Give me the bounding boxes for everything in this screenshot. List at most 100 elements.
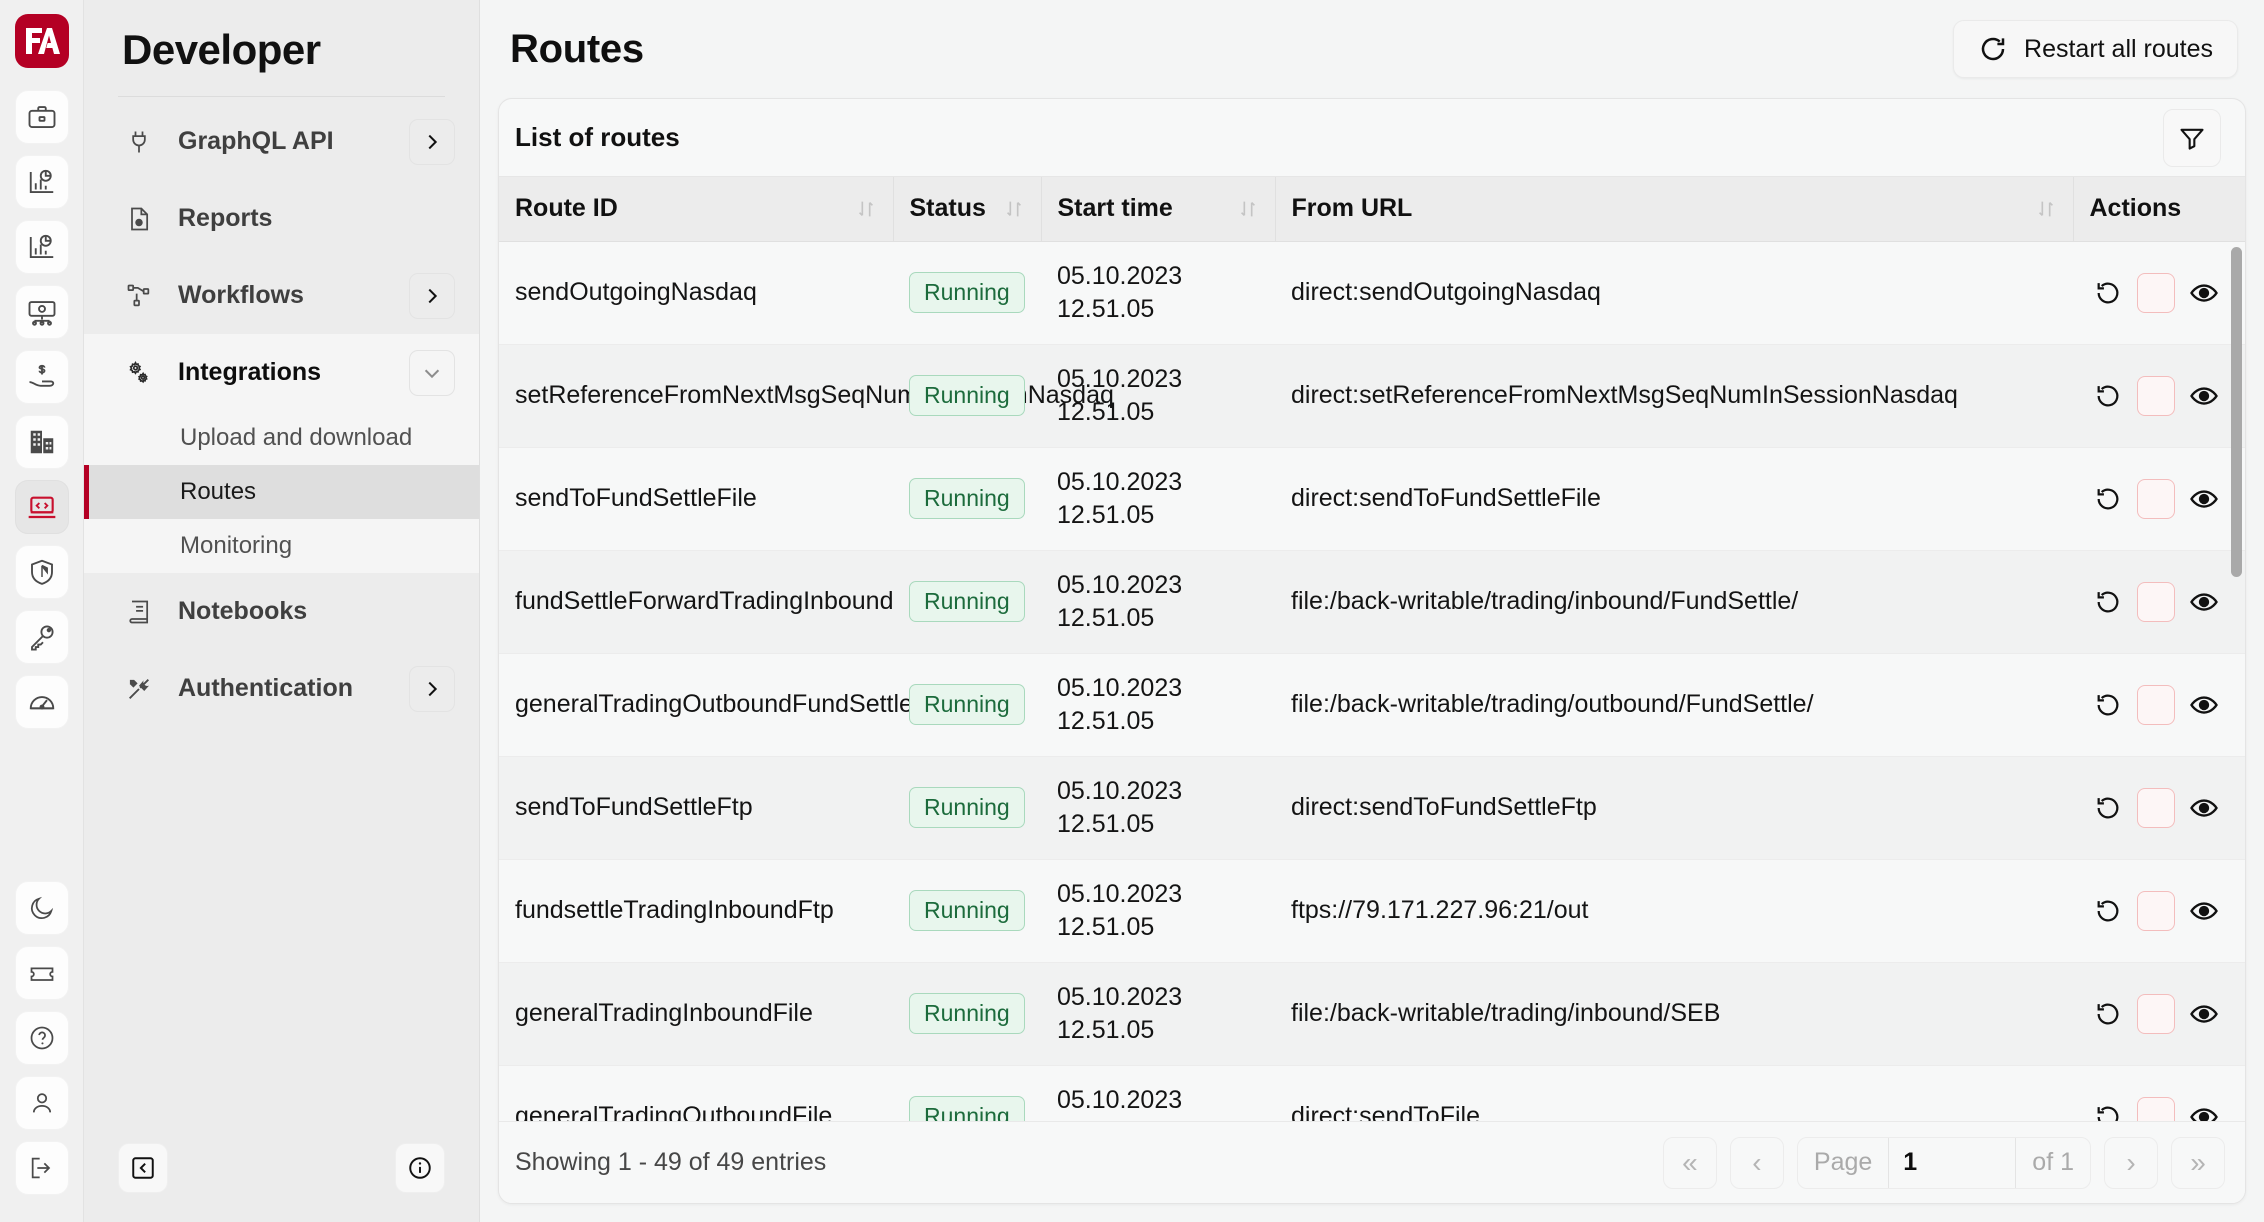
stop-route-button[interactable]	[2137, 478, 2175, 519]
icon-rail	[0, 0, 84, 1222]
table-row[interactable]: fundSettleForwardTradingInbound Running 05…	[499, 550, 2245, 654]
restart-route-button[interactable]	[2089, 685, 2127, 725]
status-badge: Running	[909, 375, 1025, 416]
from-url-value: direct:setReferenceFromNextMsgSeqNumInSe…	[1291, 381, 1958, 409]
sort-icon[interactable]	[2035, 198, 2057, 220]
view-route-button[interactable]	[2185, 891, 2223, 931]
filter-button[interactable]	[2163, 108, 2221, 167]
sidebar-item-workflows[interactable]: Workflows	[84, 257, 479, 334]
sidebar-item-routes[interactable]: Routes	[84, 465, 479, 519]
table-body: sendOutgoingNasdaq Running 05.10.2023 12.5…	[499, 241, 2245, 1121]
chevron-right-icon[interactable]	[409, 118, 455, 165]
table-row[interactable]: generalTradingOutboundFundSettleFile Runn…	[499, 653, 2245, 757]
fa-logo[interactable]	[14, 14, 69, 68]
rail-item-reports-chart[interactable]	[14, 220, 69, 274]
last-page-button[interactable]: »	[2171, 1136, 2225, 1189]
restart-route-button[interactable]	[2089, 376, 2127, 416]
sidebar-item-label: Integrations	[178, 358, 322, 386]
sort-icon[interactable]	[1237, 198, 1259, 220]
table-row[interactable]: fundsettleTradingInboundFtp Running 05.10.…	[499, 859, 2245, 963]
rail-item-user[interactable]	[14, 1076, 69, 1130]
stop-route-button[interactable]	[2137, 272, 2175, 313]
route-id-value: sendOutgoingNasdaq	[515, 278, 757, 306]
sidebar-item-integrations[interactable]: Integrations	[84, 334, 479, 411]
info-button[interactable]	[395, 1143, 445, 1193]
next-page-button[interactable]: ›	[2104, 1136, 2158, 1189]
column-label: Start time	[1057, 194, 1173, 223]
rail-item-analytics[interactable]	[14, 155, 69, 209]
rail-item-shield[interactable]	[14, 545, 69, 599]
rail-item-developer[interactable]	[14, 480, 69, 534]
sidebar-item-upload-and-download[interactable]: Upload and download	[84, 411, 479, 465]
stop-route-button[interactable]	[2137, 890, 2175, 931]
sidebar-item-reports[interactable]: Reports	[84, 180, 479, 257]
restart-route-button[interactable]	[2089, 273, 2127, 313]
chevron-right-icon[interactable]	[409, 665, 455, 712]
prev-page-button[interactable]: ‹	[1729, 1136, 1784, 1189]
chevron-down-icon[interactable]	[409, 349, 455, 396]
sidebar-item-monitoring[interactable]: Monitoring	[84, 519, 479, 573]
restart-route-button[interactable]	[2089, 479, 2127, 519]
rail-item-briefcase[interactable]	[14, 90, 69, 144]
first-page-button[interactable]: «	[1662, 1136, 1717, 1189]
sidebar-item-notebooks[interactable]: Notebooks	[84, 573, 479, 650]
cell-start-time: 05.10.2023 12.51.05	[1041, 653, 1275, 757]
view-route-button[interactable]	[2185, 479, 2223, 519]
view-route-button[interactable]	[2185, 994, 2223, 1034]
table-row[interactable]: sendToFundSettleFtp Running 05.10.2023 12.…	[499, 756, 2245, 860]
table-row[interactable]: generalTradingOutboundFile Running 05.10.2…	[499, 1065, 2245, 1121]
table-row[interactable]: sendToFundSettleFile Running 05.10.2023 12…	[499, 447, 2245, 551]
cell-start-time: 05.10.2023 12.51.05	[1041, 550, 1275, 654]
view-route-button[interactable]	[2185, 788, 2223, 828]
sidebar-item-authentication[interactable]: Authentication	[84, 650, 479, 727]
table-row[interactable]: sendOutgoingNasdaq Running 05.10.2023 12.5…	[499, 241, 2245, 345]
stop-route-button[interactable]	[2137, 787, 2175, 828]
refresh-icon	[1978, 34, 2008, 64]
view-route-button[interactable]	[2185, 1097, 2223, 1121]
restart-route-button[interactable]	[2089, 1097, 2127, 1121]
rail-item-ticket[interactable]	[14, 946, 69, 1000]
table-footer: Showing 1 - 49 of 49 entries « ‹ Page of…	[499, 1121, 2245, 1203]
column-header-start-time[interactable]: Start time	[1041, 177, 1276, 242]
rail-item-key[interactable]	[14, 610, 69, 664]
view-route-button[interactable]	[2185, 376, 2223, 416]
column-header-from-url[interactable]: From URL	[1275, 177, 2074, 242]
rail-item-gauge[interactable]	[14, 675, 69, 729]
table-vertical-scrollbar[interactable]	[2231, 241, 2242, 577]
restart-route-button[interactable]	[2089, 891, 2127, 931]
page-number-input[interactable]	[1888, 1137, 2017, 1188]
view-route-button[interactable]	[2185, 685, 2223, 725]
status-badge: Running	[909, 1096, 1025, 1121]
view-route-button[interactable]	[2185, 582, 2223, 622]
view-route-button[interactable]	[2185, 273, 2223, 313]
cell-start-time: 05.10.2023 12.51.05	[1041, 859, 1275, 963]
stop-route-button[interactable]	[2137, 375, 2175, 416]
sidebar-item-graphql-api[interactable]: GraphQL API	[84, 103, 479, 180]
scrollbar-thumb[interactable]	[2231, 247, 2242, 577]
restart-route-button[interactable]	[2089, 788, 2127, 828]
rail-item-building[interactable]	[14, 415, 69, 469]
sort-icon[interactable]	[855, 198, 877, 220]
column-header-route-id[interactable]: Route ID	[499, 177, 894, 242]
column-header-status[interactable]: Status	[893, 177, 1042, 242]
rail-item-logout[interactable]	[14, 1141, 69, 1195]
rail-item-hand-money[interactable]	[14, 350, 69, 404]
restart-all-routes-button[interactable]: Restart all routes	[1953, 20, 2238, 78]
chevron-right-icon[interactable]	[409, 272, 455, 319]
rail-item-banknote[interactable]	[14, 285, 69, 339]
table-row[interactable]: generalTradingInboundFile Running 05.10.20…	[499, 962, 2245, 1066]
table-row[interactable]: setReferenceFromNextMsgSeqNumInSessionNa…	[499, 344, 2245, 448]
sort-icon[interactable]	[1003, 198, 1025, 220]
restart-route-button[interactable]	[2089, 994, 2127, 1034]
rail-item-dark-mode[interactable]	[14, 881, 69, 935]
status-badge: Running	[909, 478, 1025, 519]
view-route-icon	[2189, 1102, 2219, 1121]
stop-route-button[interactable]	[2137, 993, 2175, 1034]
collapse-panel-button[interactable]	[118, 1143, 168, 1193]
stop-route-button[interactable]	[2137, 684, 2175, 725]
cell-from-url: file:/back-writable/trading/inbound/SEB	[1275, 962, 2073, 1066]
stop-route-button[interactable]	[2137, 581, 2175, 622]
restart-route-button[interactable]	[2089, 582, 2127, 622]
rail-item-help[interactable]	[14, 1011, 69, 1065]
stop-route-button[interactable]	[2137, 1096, 2175, 1121]
